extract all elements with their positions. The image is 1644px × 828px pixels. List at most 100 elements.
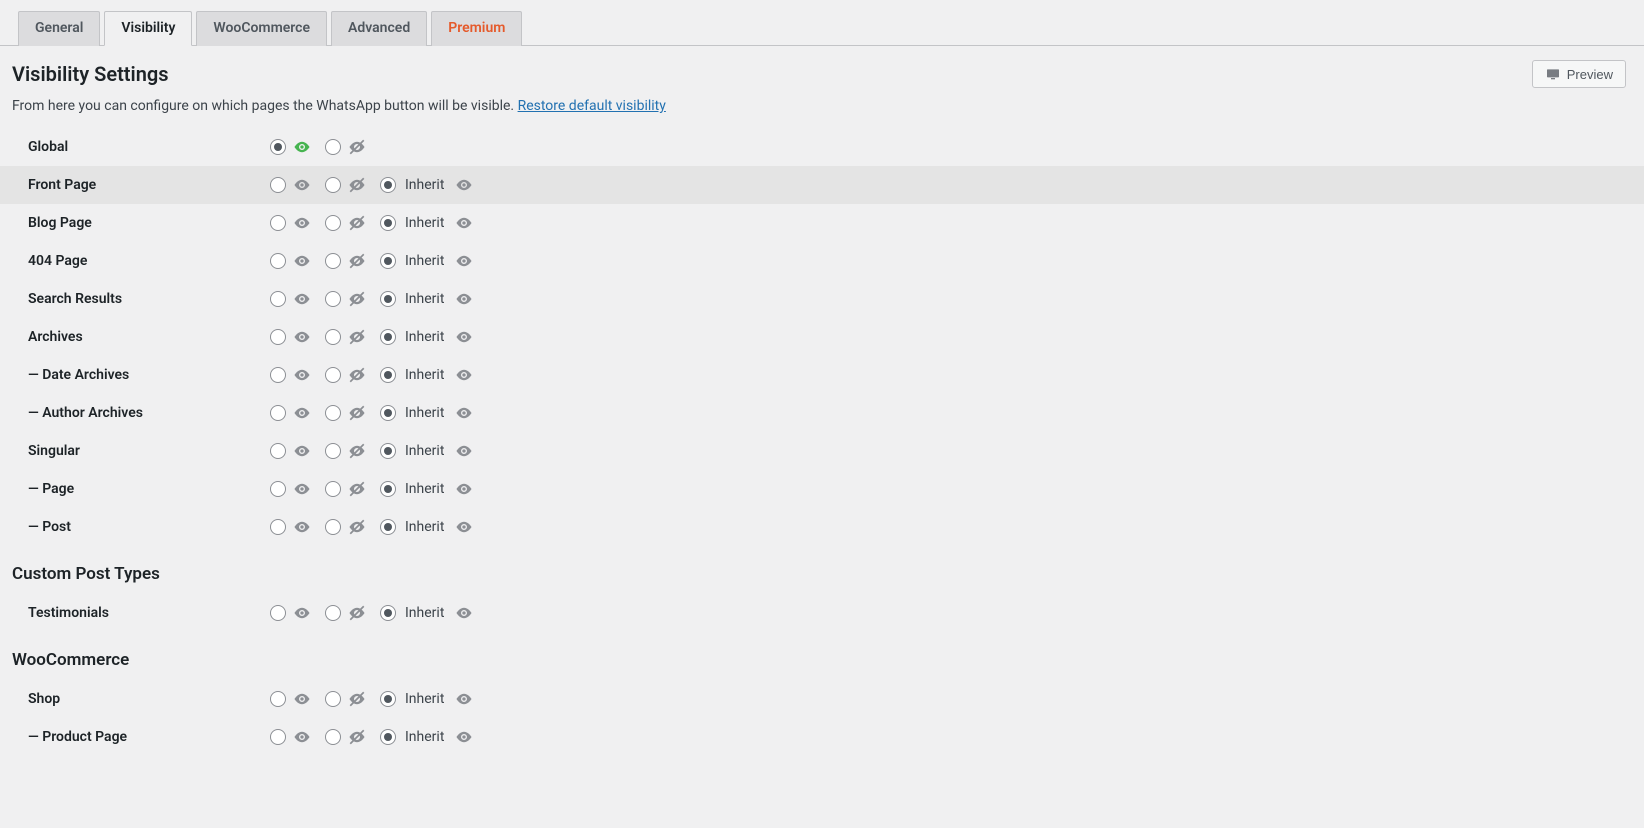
- row-product_page: Product PageInherit: [0, 718, 1644, 756]
- eye-hidden-icon: [348, 138, 366, 156]
- radio-hide[interactable]: [325, 177, 341, 193]
- inherit-label: Inherit: [405, 215, 444, 231]
- radio-show[interactable]: [270, 253, 286, 269]
- row-label: Post: [28, 519, 270, 535]
- eye-hidden-icon: [348, 404, 366, 422]
- row-label: Product Page: [28, 729, 270, 745]
- tab-visibility[interactable]: Visibility: [104, 11, 192, 46]
- eye-visible-icon: [293, 404, 311, 422]
- radio-show[interactable]: [270, 481, 286, 497]
- inherit-eye-icon: [455, 728, 473, 746]
- radio-hide[interactable]: [325, 519, 341, 535]
- eye-hidden-icon: [348, 290, 366, 308]
- radio-inherit[interactable]: [380, 405, 396, 421]
- radio-inherit[interactable]: [380, 291, 396, 307]
- inherit-eye-icon: [455, 176, 473, 194]
- radio-global-hide[interactable]: [325, 139, 341, 155]
- eye-hidden-icon: [348, 518, 366, 536]
- radio-inherit[interactable]: [380, 729, 396, 745]
- radio-inherit[interactable]: [380, 253, 396, 269]
- inherit-label: Inherit: [405, 481, 444, 497]
- eye-hidden-icon: [348, 480, 366, 498]
- radio-inherit[interactable]: [380, 605, 396, 621]
- eye-hidden-icon: [348, 176, 366, 194]
- eye-visible-icon: [293, 176, 311, 194]
- radio-show[interactable]: [270, 443, 286, 459]
- row-page: Page Inherit: [0, 470, 1644, 508]
- radio-inherit[interactable]: [380, 519, 396, 535]
- eye-visible-icon: [293, 328, 311, 346]
- radio-hide[interactable]: [325, 291, 341, 307]
- radio-show[interactable]: [270, 291, 286, 307]
- row-label: Singular: [28, 443, 270, 459]
- tab-general[interactable]: General: [18, 11, 100, 46]
- radio-show[interactable]: [270, 405, 286, 421]
- radio-show[interactable]: [270, 691, 286, 707]
- eye-visible-icon: [293, 690, 311, 708]
- radio-inherit[interactable]: [380, 177, 396, 193]
- radio-hide[interactable]: [325, 691, 341, 707]
- tab-premium[interactable]: Premium: [431, 11, 522, 46]
- radio-show[interactable]: [270, 215, 286, 231]
- radio-inherit[interactable]: [380, 215, 396, 231]
- eye-visible-icon: [293, 518, 311, 536]
- preview-button[interactable]: Preview: [1532, 60, 1626, 88]
- row-404_page: 404 PageInherit: [0, 242, 1644, 280]
- inherit-label: Inherit: [405, 443, 444, 459]
- inherit-label: Inherit: [405, 605, 444, 621]
- inherit-eye-icon: [455, 366, 473, 384]
- inherit-label: Inherit: [405, 291, 444, 307]
- inherit-eye-icon: [455, 604, 473, 622]
- radio-hide[interactable]: [325, 605, 341, 621]
- restore-default-link[interactable]: Restore default visibility: [518, 98, 666, 114]
- inherit-label: Inherit: [405, 177, 444, 193]
- eye-visible-icon: [293, 366, 311, 384]
- description-text: From here you can configure on which pag…: [12, 98, 518, 114]
- section-woocommerce: WooCommerce: [0, 632, 1644, 680]
- radio-global-show[interactable]: [270, 139, 286, 155]
- row-archives: ArchivesInherit: [0, 318, 1644, 356]
- eye-hidden-icon: [348, 442, 366, 460]
- radio-inherit[interactable]: [380, 481, 396, 497]
- row-author_archives: Author ArchivesInherit: [0, 394, 1644, 432]
- inherit-label: Inherit: [405, 691, 444, 707]
- row-label: Testimonials: [28, 605, 270, 621]
- row-label-global: Global: [28, 139, 270, 155]
- radio-hide[interactable]: [325, 367, 341, 383]
- row-label: Date Archives: [28, 367, 270, 383]
- radio-show[interactable]: [270, 729, 286, 745]
- row-post: PostInherit: [0, 508, 1644, 546]
- radio-hide[interactable]: [325, 481, 341, 497]
- eye-visible-icon: [293, 138, 311, 156]
- eye-visible-icon: [293, 214, 311, 232]
- radio-hide[interactable]: [325, 729, 341, 745]
- page-title: Visibility Settings: [12, 62, 169, 86]
- eye-visible-icon: [293, 252, 311, 270]
- radio-inherit[interactable]: [380, 443, 396, 459]
- inherit-eye-icon: [455, 252, 473, 270]
- row-testimonials: Testimonials Inherit: [0, 594, 1644, 632]
- radio-hide[interactable]: [325, 329, 341, 345]
- inherit-eye-icon: [455, 480, 473, 498]
- radio-hide[interactable]: [325, 215, 341, 231]
- tab-advanced[interactable]: Advanced: [331, 11, 427, 46]
- row-label: Page: [28, 481, 270, 497]
- radio-inherit[interactable]: [380, 367, 396, 383]
- radio-show[interactable]: [270, 519, 286, 535]
- radio-hide[interactable]: [325, 443, 341, 459]
- radio-hide[interactable]: [325, 405, 341, 421]
- row-global: Global: [0, 128, 1644, 166]
- eye-hidden-icon: [348, 252, 366, 270]
- radio-show[interactable]: [270, 177, 286, 193]
- radio-inherit[interactable]: [380, 329, 396, 345]
- radio-show[interactable]: [270, 367, 286, 383]
- eye-hidden-icon: [348, 366, 366, 384]
- radio-hide[interactable]: [325, 253, 341, 269]
- radio-inherit[interactable]: [380, 691, 396, 707]
- row-label: Author Archives: [28, 405, 270, 421]
- inherit-label: Inherit: [405, 329, 444, 345]
- radio-show[interactable]: [270, 329, 286, 345]
- radio-show[interactable]: [270, 605, 286, 621]
- tab-woocommerce[interactable]: WooCommerce: [196, 11, 327, 46]
- row-label: Search Results: [28, 291, 270, 307]
